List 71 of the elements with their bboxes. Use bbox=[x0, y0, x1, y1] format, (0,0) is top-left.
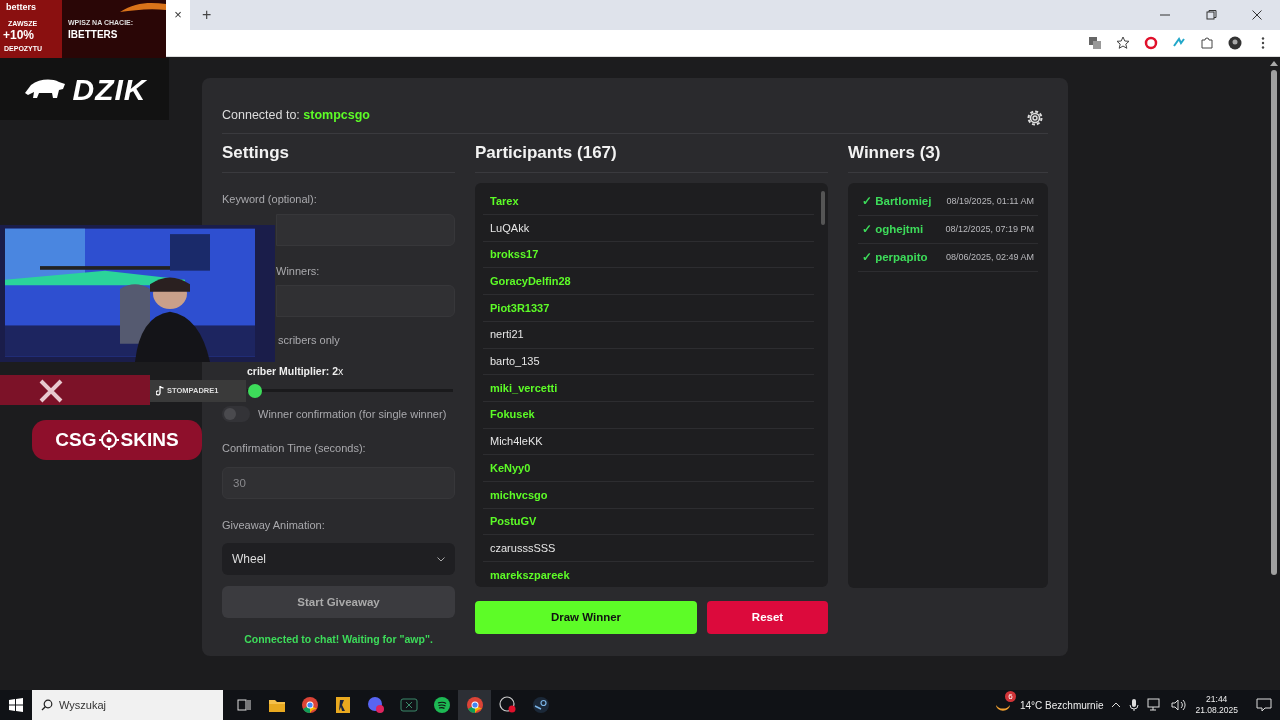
text-field[interactable] bbox=[276, 213, 455, 246]
tab-close-button[interactable]: × bbox=[166, 0, 190, 30]
logo-text: CSG bbox=[55, 427, 97, 452]
participant-row[interactable]: marekszpareek bbox=[483, 562, 814, 588]
section-title: Settings bbox=[222, 134, 455, 174]
clock[interactable]: 21:44 21.08.2025 bbox=[1195, 693, 1238, 717]
field-label: Confirmation Time (seconds): bbox=[222, 441, 366, 457]
winner-name: ✓ perpapito bbox=[862, 250, 928, 266]
section-title: Winners (3) bbox=[848, 134, 1048, 174]
new-tab-button[interactable]: + bbox=[198, 3, 216, 27]
participant-row[interactable]: Piot3R1337 bbox=[483, 295, 814, 322]
participant-row[interactable]: PostuGV bbox=[483, 508, 814, 536]
ring-icon[interactable] bbox=[1144, 36, 1158, 50]
winner-name: ✓ oghejtmi bbox=[862, 222, 924, 238]
participant-row[interactable]: GoracyDelfin28 bbox=[483, 268, 814, 296]
music-note-icon bbox=[156, 386, 164, 396]
participant-row[interactable]: brokss17 bbox=[483, 241, 814, 269]
scrollbar-thumb[interactable] bbox=[821, 191, 825, 226]
participant-row[interactable]: LuQAkk bbox=[483, 215, 814, 242]
winner-name: ✓ Bartlomiej bbox=[862, 194, 932, 210]
translate-icon[interactable] bbox=[1088, 36, 1102, 50]
participant-row[interactable]: michvcsgo bbox=[483, 481, 814, 509]
sponsor-logo: DZIK bbox=[72, 71, 147, 108]
participant-row[interactable]: nerti21 bbox=[483, 321, 814, 349]
chevron-icon bbox=[437, 556, 445, 562]
field-label: Giveaway Animation: bbox=[222, 517, 325, 533]
ad-text: +10% bbox=[3, 29, 35, 41]
profile-icon[interactable] bbox=[1228, 36, 1242, 50]
winner-time: 08/12/2025, 07:19 PM bbox=[945, 223, 1034, 237]
windows-icon bbox=[9, 698, 23, 712]
participant-row[interactable]: Mich4leKK bbox=[483, 428, 814, 456]
ad-text: IBETTERS bbox=[68, 30, 118, 40]
star-icon[interactable] bbox=[1116, 36, 1130, 50]
toggle-switch[interactable] bbox=[222, 405, 250, 422]
slider-thumb[interactable] bbox=[248, 383, 263, 398]
participant-row[interactable]: barto_135 bbox=[483, 348, 814, 376]
participant-row[interactable]: Fokusek bbox=[483, 401, 814, 429]
status-text: Connected to chat! Waiting for "awp". bbox=[243, 632, 434, 648]
connection-text: Connected to: stompcsgo bbox=[222, 107, 370, 125]
target-icon bbox=[98, 430, 119, 450]
participant-row[interactable]: KeNyy0 bbox=[483, 455, 814, 482]
reset-button[interactable]: Reset bbox=[707, 601, 828, 635]
field-label: Winners: bbox=[276, 263, 320, 279]
search-icon bbox=[41, 699, 53, 711]
participant-row[interactable]: Tarex bbox=[483, 188, 814, 216]
weather-text: 14°C Bezchmurnie bbox=[1019, 698, 1104, 713]
draw-winner-button[interactable]: Draw Winner bbox=[475, 601, 697, 635]
field-label: Keyword (optional): bbox=[222, 192, 317, 208]
animation-select[interactable]: Wheel bbox=[222, 543, 455, 576]
notification-badge: 6 bbox=[1004, 691, 1016, 702]
boar-icon bbox=[22, 77, 67, 101]
slider-label: criber Multiplier: 2x bbox=[247, 363, 344, 379]
volume-icon[interactable] bbox=[1171, 698, 1188, 712]
logo-text: SKINS bbox=[120, 427, 179, 452]
caret-icon[interactable] bbox=[1111, 701, 1122, 709]
notifications-icon[interactable] bbox=[1256, 698, 1272, 712]
scroll-up-icon[interactable] bbox=[1270, 61, 1278, 66]
toggle-label: Winner confirmation (for single winner) bbox=[258, 406, 447, 422]
text-field[interactable] bbox=[276, 285, 455, 318]
taskbar-search-field[interactable]: Wyszukaj bbox=[32, 690, 223, 720]
participant-row[interactable]: czarusssSSS bbox=[483, 535, 814, 562]
winner-time: 08/06/2025, 02:49 AM bbox=[945, 251, 1034, 265]
winner-time: 08/19/2025, 01:11 AM bbox=[946, 195, 1034, 209]
ad-text: betters bbox=[6, 3, 36, 12]
blade-drawing bbox=[120, 2, 166, 14]
x-logo-icon bbox=[38, 378, 64, 404]
microphone-icon[interactable] bbox=[1129, 698, 1140, 712]
section-title: Participants (167) bbox=[475, 134, 828, 174]
participant-row[interactable]: miki_vercetti bbox=[483, 375, 814, 402]
field-label: scribers only bbox=[278, 333, 340, 349]
chrome-icon[interactable] bbox=[458, 690, 491, 720]
